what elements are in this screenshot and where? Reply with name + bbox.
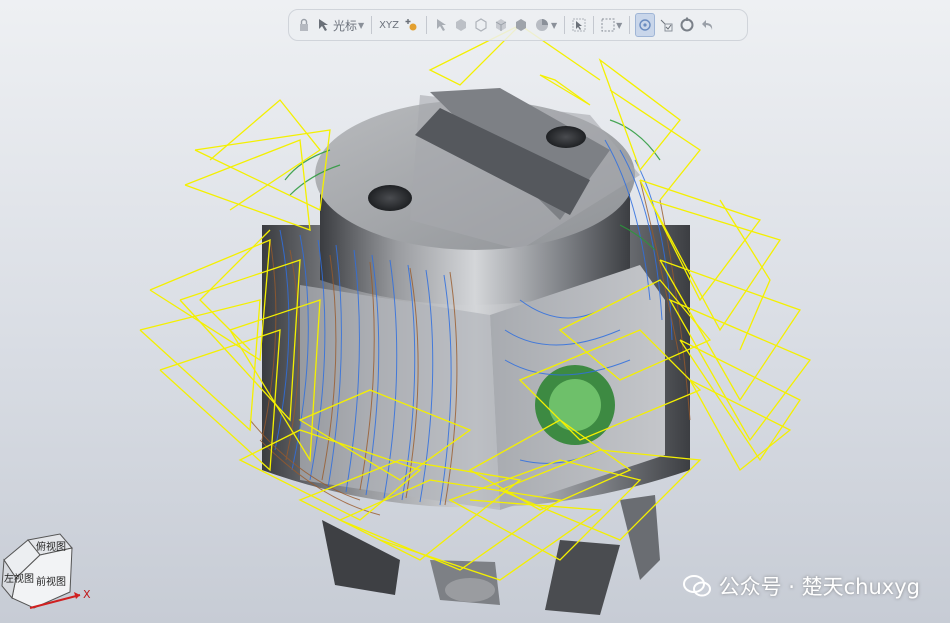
toolbar-separator xyxy=(371,16,373,34)
view-zoom-icon[interactable] xyxy=(635,13,656,37)
heads-up-view-toolbar: 光标 ▼ XYZ ▼ ▼ xyxy=(288,9,748,41)
xyz-label: XYZ xyxy=(379,19,399,31)
add-point-icon[interactable] xyxy=(403,13,421,37)
watermark-text: 公众号 · 楚天chuxyg xyxy=(718,575,920,599)
select-arrow-icon[interactable] xyxy=(570,13,588,37)
rotate-view-icon[interactable] xyxy=(677,13,697,37)
solid-box-icon[interactable] xyxy=(492,13,510,37)
toolbar-separator xyxy=(593,16,595,34)
select-cursor-button[interactable]: 光标 ▼ xyxy=(315,13,366,37)
color-sphere-icon[interactable]: ▼ xyxy=(532,13,559,37)
toolbar-separator xyxy=(629,16,631,34)
chevron-down-icon[interactable]: ▼ xyxy=(616,21,622,30)
hidden-box-icon[interactable] xyxy=(512,13,530,37)
chevron-down-icon[interactable]: ▼ xyxy=(551,21,557,30)
frame-select-icon[interactable]: ▼ xyxy=(599,13,624,37)
arrow-select-icon[interactable] xyxy=(432,13,450,37)
view-cube-front-label[interactable]: 前视图 xyxy=(36,575,66,588)
toolbar-separator xyxy=(425,16,427,34)
select-cursor-icon xyxy=(319,19,328,31)
toolbar-separator xyxy=(564,16,566,34)
wire-box-icon[interactable] xyxy=(472,13,490,37)
xyz-axis-button[interactable]: XYZ xyxy=(377,13,401,37)
check-view-icon[interactable] xyxy=(657,13,675,37)
cam-toolpath-scene xyxy=(139,24,812,615)
lock-icon[interactable] xyxy=(295,13,313,37)
chevron-down-icon[interactable]: ▼ xyxy=(358,21,364,30)
shade-box-icon[interactable] xyxy=(452,13,470,37)
undo-arrow-icon[interactable] xyxy=(699,13,717,37)
view-cube-top-label[interactable]: 俯视图 xyxy=(36,540,66,553)
cad-viewport[interactable]: 光标 ▼ XYZ ▼ ▼ 俯视图 左视图 前视图 X 公众号 · 楚天chuxy… xyxy=(0,0,950,623)
view-cube-left-label[interactable]: 左视图 xyxy=(4,572,34,585)
watermark: 公众号 · 楚天chuxyg xyxy=(682,571,920,601)
cursor-label: 光标 xyxy=(333,18,358,33)
view-cube[interactable]: 俯视图 左视图 前视图 X xyxy=(0,530,100,623)
x-axis-label: X xyxy=(83,588,91,601)
wechat-icon xyxy=(682,575,711,597)
